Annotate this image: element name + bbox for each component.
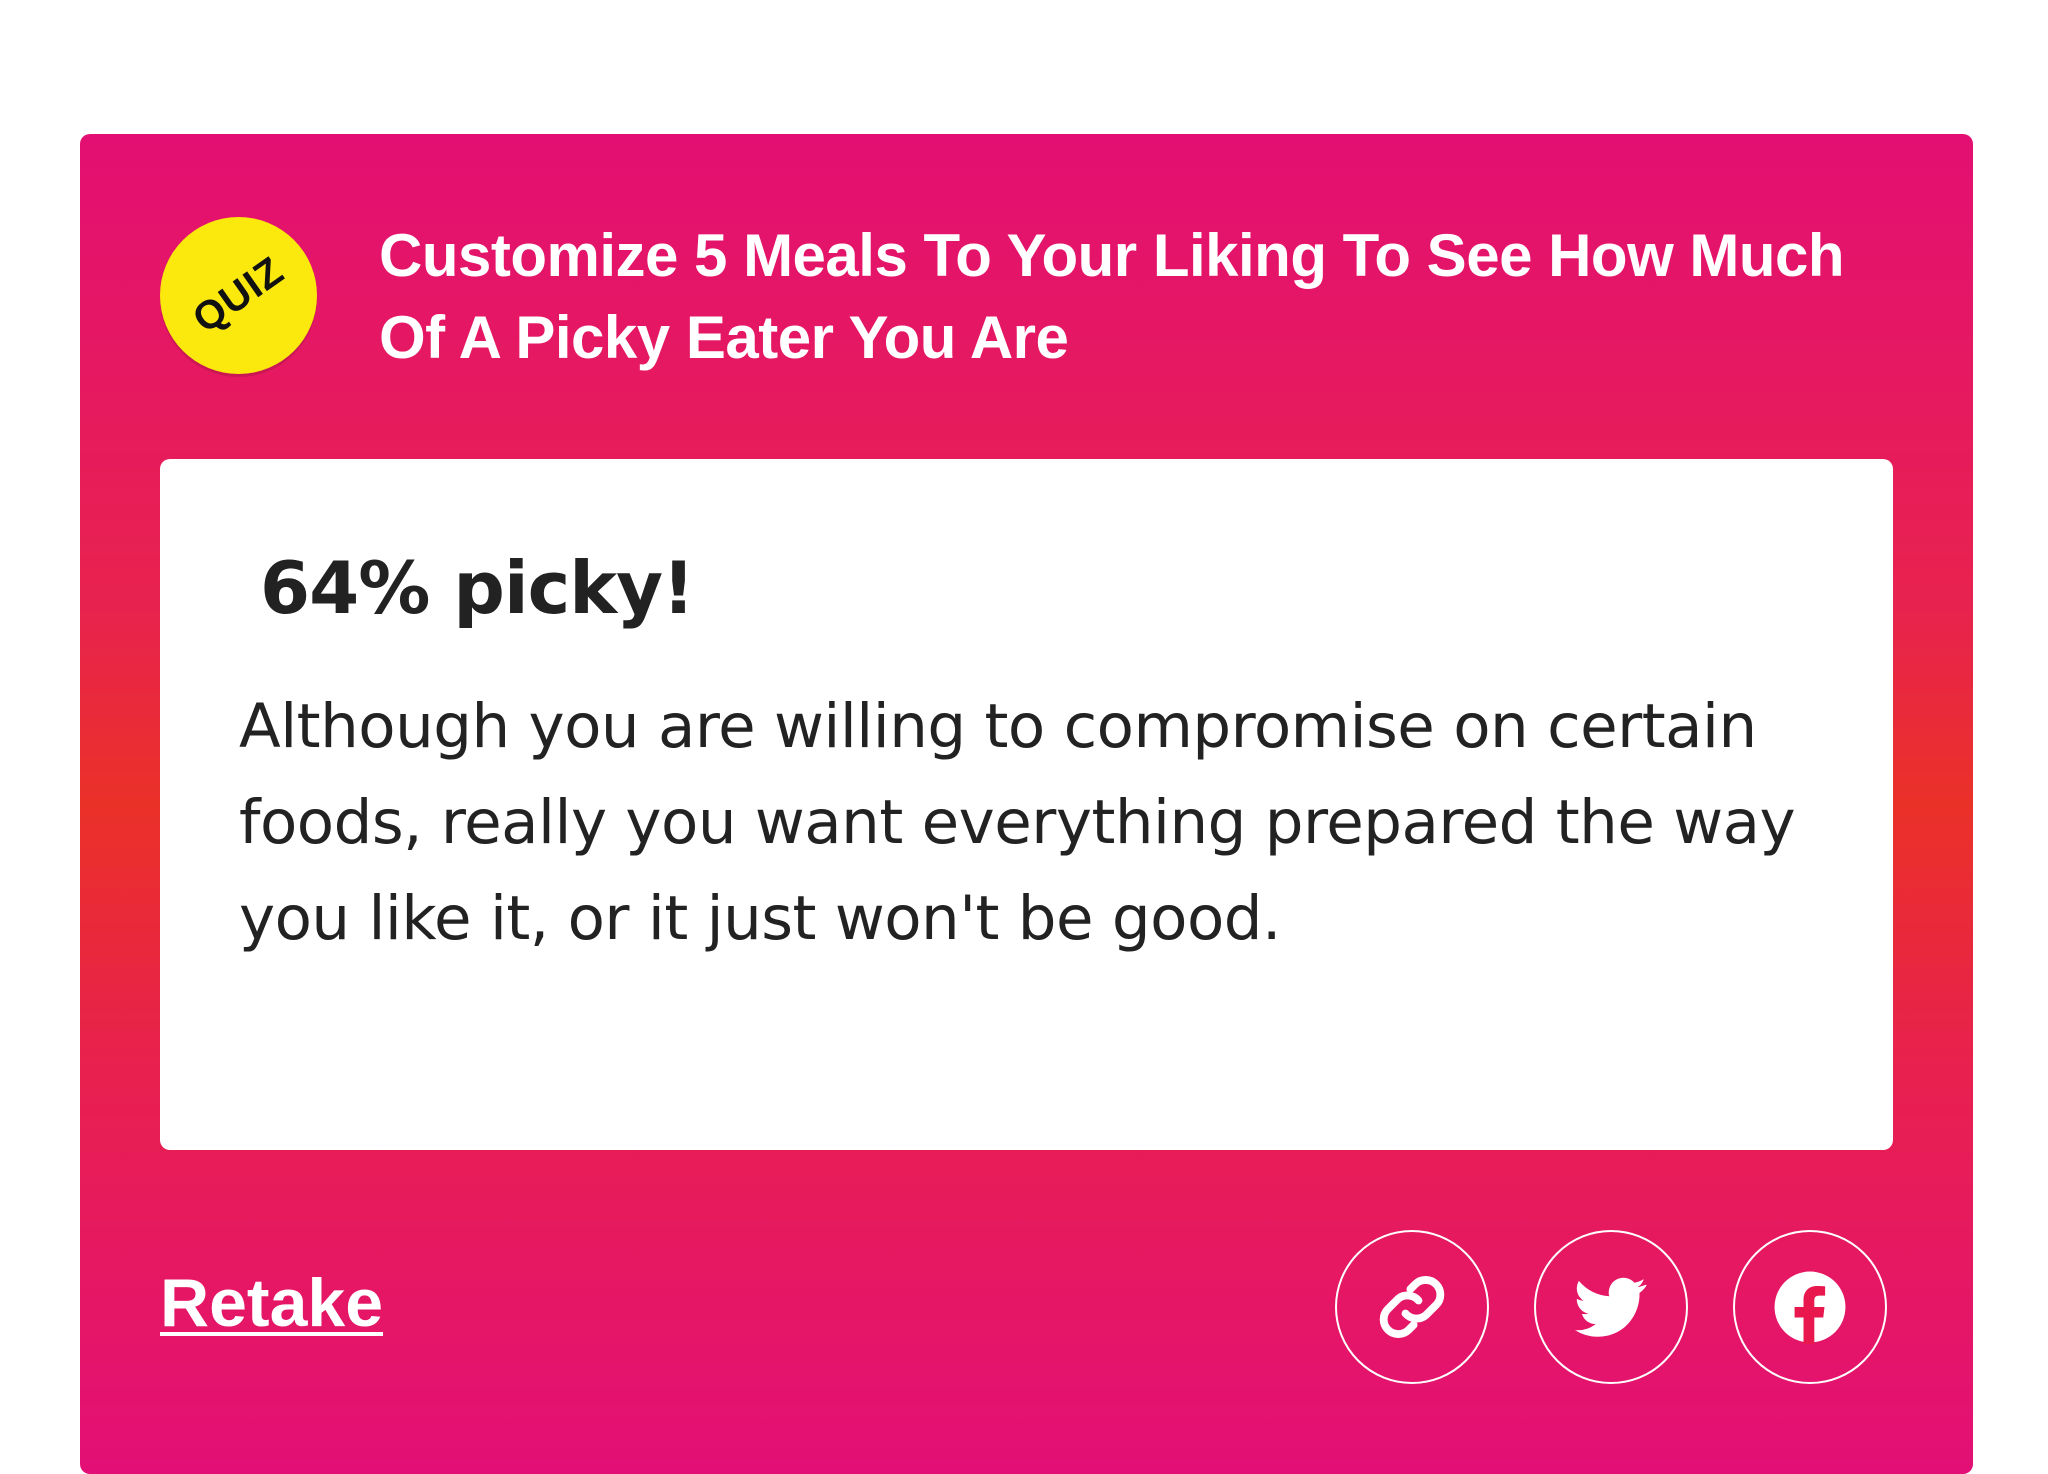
facebook-icon	[1773, 1270, 1847, 1344]
retake-link[interactable]: Retake	[160, 1262, 383, 1344]
result-description: Although you are willing to compromise o…	[239, 691, 1796, 954]
quiz-title[interactable]: Customize 5 Meals To Your Liking To See …	[379, 215, 1899, 379]
result-box: 64% picky! Although you are willing to c…	[160, 459, 1893, 1150]
twitter-share-button[interactable]	[1534, 1230, 1688, 1384]
result-heading: 64% picky!	[260, 546, 695, 630]
twitter-icon	[1575, 1271, 1647, 1343]
link-icon	[1373, 1268, 1451, 1346]
quiz-badge-label: QUIZ	[184, 248, 292, 342]
quiz-badge: QUIZ	[160, 217, 317, 374]
copy-link-button[interactable]	[1335, 1230, 1489, 1384]
facebook-share-button[interactable]	[1733, 1230, 1887, 1384]
